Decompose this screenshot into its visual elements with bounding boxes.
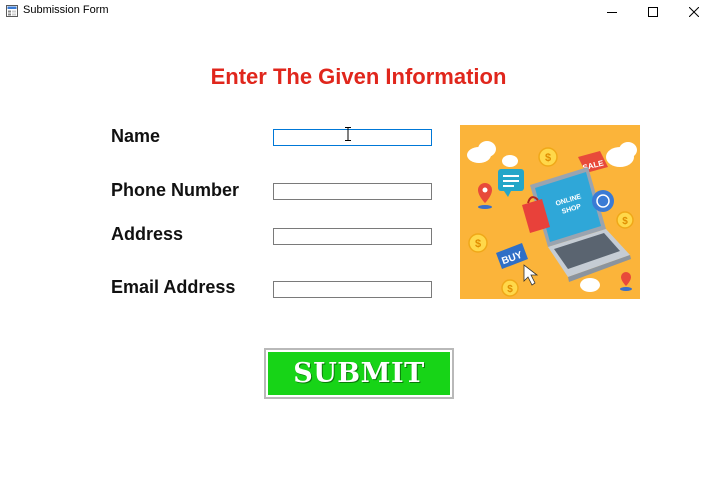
name-label: Name bbox=[111, 126, 161, 146]
app-icon bbox=[6, 5, 18, 17]
email-address-input[interactable] bbox=[273, 281, 432, 298]
close-icon bbox=[689, 7, 699, 17]
online-shop-image: $ $ $ $ SALE ONLINE SHOP BUY bbox=[460, 125, 640, 299]
address-input[interactable] bbox=[273, 228, 432, 245]
submit-button-label: SUBMIT bbox=[268, 352, 450, 395]
form-heading: Enter The Given Information bbox=[210, 64, 507, 89]
minimize-icon bbox=[607, 12, 617, 13]
phone-number-input[interactable] bbox=[273, 183, 432, 200]
svg-text:$: $ bbox=[507, 284, 513, 295]
submission-form-window: Submission Form Enter The Given Informat… bbox=[0, 0, 707, 485]
phone-number-label: Phone Number bbox=[111, 180, 240, 200]
maximize-icon bbox=[648, 7, 658, 17]
close-button[interactable] bbox=[674, 0, 707, 24]
svg-text:$: $ bbox=[622, 216, 628, 227]
submit-button[interactable]: SUBMIT bbox=[264, 348, 454, 399]
window-title: Submission Form bbox=[23, 4, 109, 16]
svg-text:$: $ bbox=[545, 152, 551, 164]
email-address-label: Email Address bbox=[111, 277, 236, 297]
title-bar[interactable]: Submission Form bbox=[0, 0, 707, 24]
address-label: Address bbox=[111, 224, 184, 244]
svg-text:$: $ bbox=[475, 238, 481, 250]
globe-icon bbox=[592, 190, 614, 212]
minimize-button[interactable] bbox=[592, 0, 632, 24]
maximize-button[interactable] bbox=[633, 0, 673, 24]
text-cursor-icon bbox=[345, 127, 351, 141]
